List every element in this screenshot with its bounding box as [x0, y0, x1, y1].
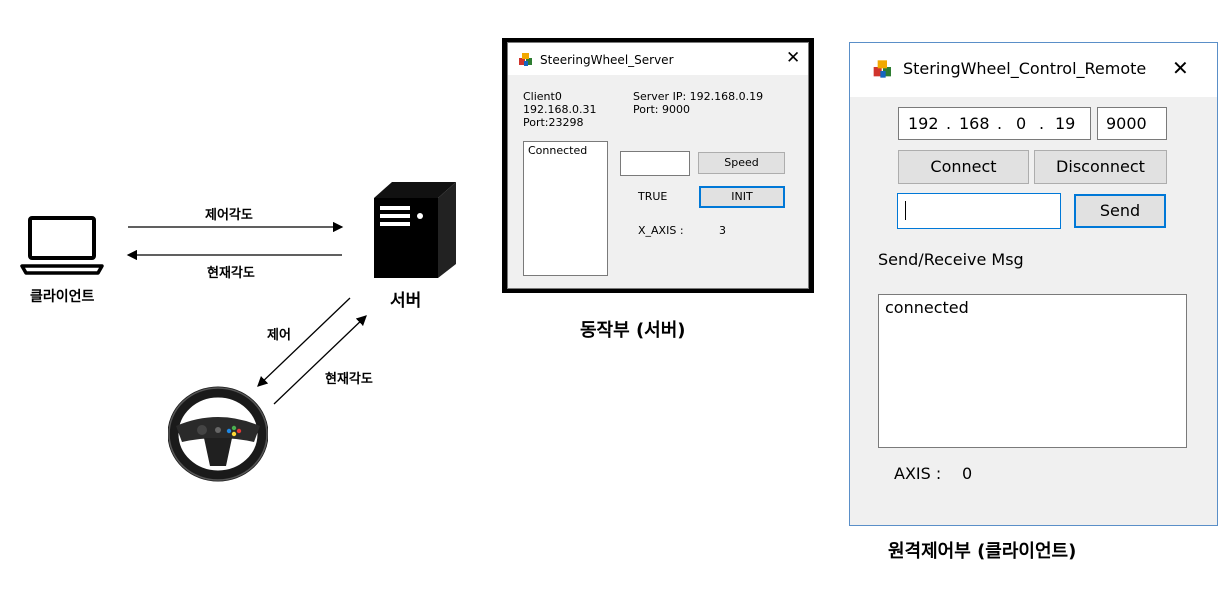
- message-log-text: connected: [885, 298, 969, 317]
- server-window: SteeringWheel_Server ✕ Client0 192.168.0…: [507, 42, 809, 289]
- remote-window-title: SteringWheel_Control_Remote: [903, 59, 1147, 78]
- send-receive-label: Send/Receive Msg: [878, 250, 1024, 269]
- x-axis-value: 3: [719, 224, 726, 237]
- ip-dot: .: [997, 114, 1003, 133]
- axis-label: AXIS :: [894, 464, 942, 483]
- server-ip: Server IP: 192.168.0.19: [633, 90, 764, 103]
- text-cursor: [905, 201, 906, 220]
- disconnect-button[interactable]: Disconnect: [1034, 150, 1167, 184]
- ip-octet-4: 19: [1055, 114, 1076, 133]
- message-log[interactable]: connected: [878, 294, 1187, 448]
- speed-input[interactable]: [620, 151, 690, 176]
- server-port: Port: 9000: [633, 103, 691, 116]
- send-button[interactable]: Send: [1074, 194, 1166, 228]
- server-tower-icon: [374, 182, 456, 278]
- close-icon[interactable]: ✕: [1172, 56, 1189, 80]
- ip-octet-3: 0: [1016, 114, 1027, 133]
- app-icon: [519, 53, 532, 66]
- axis-value: 0: [962, 464, 973, 483]
- client-name: Client0: [523, 90, 562, 103]
- speed-button[interactable]: Speed: [698, 152, 785, 174]
- remote-titlebar[interactable]: SteringWheel_Control_Remote ✕: [850, 43, 1217, 97]
- remote-caption: 원격제어부 (클라이언트): [888, 541, 1077, 562]
- init-button[interactable]: INIT: [699, 186, 785, 208]
- ip-dot: .: [946, 114, 952, 133]
- server-window-title: SteeringWheel_Server: [540, 53, 674, 67]
- steering-wheel-icon: [168, 386, 268, 482]
- message-input[interactable]: [897, 193, 1061, 229]
- server-label: 서버: [390, 291, 422, 311]
- app-icon: [873, 60, 891, 78]
- client-label: 클라이언트: [30, 289, 95, 305]
- control-label: 제어: [267, 328, 291, 343]
- close-icon[interactable]: ✕: [786, 48, 800, 68]
- client-port: Port:23298: [523, 116, 584, 129]
- connect-button[interactable]: Connect: [898, 150, 1029, 184]
- port-input[interactable]: 9000: [1097, 107, 1167, 140]
- ip-dot: .: [1039, 114, 1045, 133]
- connection-log-text: Connected: [528, 144, 588, 157]
- connection-log[interactable]: Connected: [523, 141, 608, 276]
- x-axis-label: X_AXIS :: [638, 224, 684, 237]
- laptop-icon: [20, 216, 104, 275]
- current-angle-label: 현재각도: [325, 372, 373, 387]
- remote-window: SteringWheel_Control_Remote ✕ 192 . 168 …: [849, 42, 1218, 526]
- ip-address-input[interactable]: 192 . 168 . 0 . 19: [898, 107, 1091, 140]
- server-caption: 동작부 (서버): [580, 320, 686, 341]
- server-titlebar[interactable]: SteeringWheel_Server ✕: [508, 43, 808, 75]
- client-ip: 192.168.0.31: [523, 103, 597, 116]
- architecture-diagram: 클라이언트 서버 제어각도 현재각도 제어 현재각도: [0, 0, 480, 607]
- ip-octet-1: 192: [908, 114, 939, 133]
- arrow-top-label: 제어각도: [205, 208, 253, 223]
- state-text: TRUE: [638, 190, 668, 203]
- ip-octet-2: 168: [959, 114, 990, 133]
- arrow-bottom-label: 현재각도: [207, 266, 255, 281]
